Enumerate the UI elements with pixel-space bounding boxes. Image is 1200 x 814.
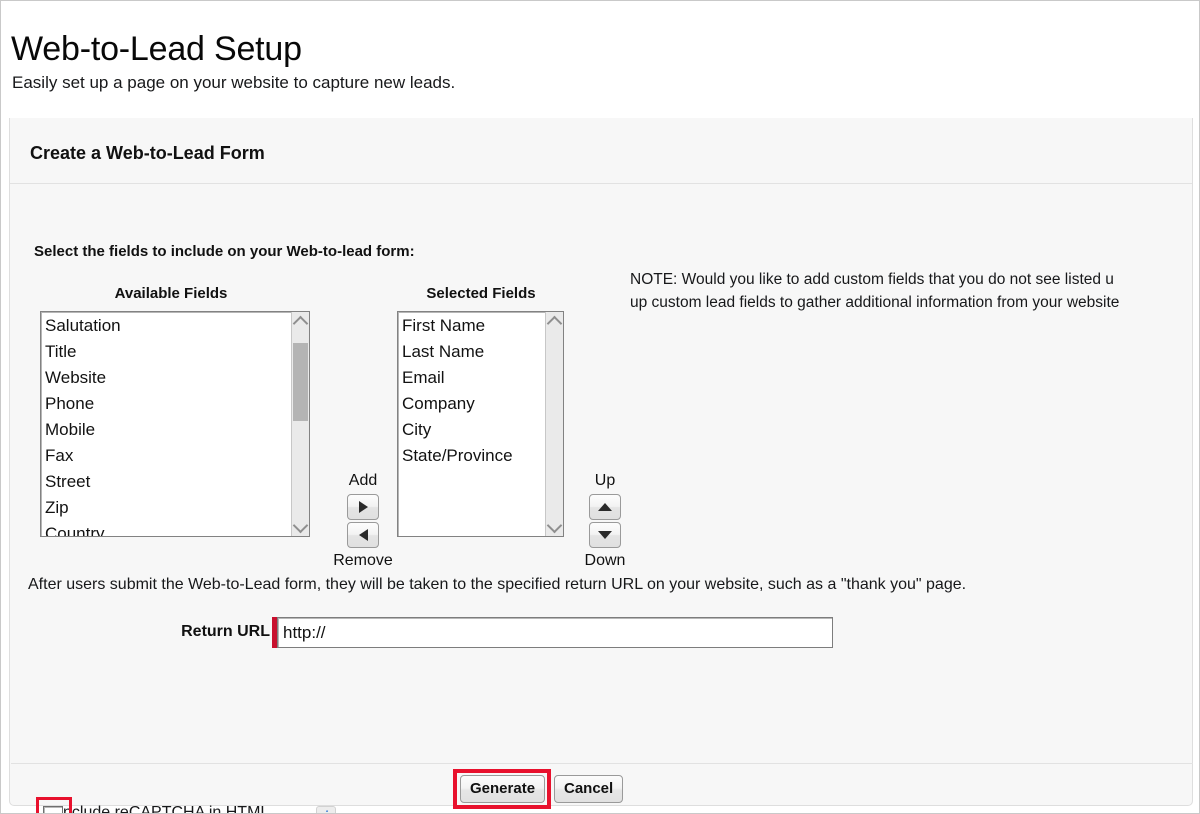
- selected-field-item[interactable]: Company: [401, 391, 544, 417]
- info-icon[interactable]: i: [316, 806, 336, 814]
- custom-fields-note: NOTE: Would you like to add custom field…: [630, 268, 1200, 314]
- arrow-down-icon: [598, 531, 612, 539]
- footer-divider: [11, 763, 1193, 764]
- available-field-item[interactable]: Fax: [44, 443, 290, 469]
- remove-button-label: Remove: [326, 550, 400, 572]
- available-fields-listbox[interactable]: SalutationTitleWebsitePhoneMobileFaxStre…: [40, 311, 310, 537]
- cancel-button[interactable]: Cancel: [554, 775, 623, 803]
- available-field-item[interactable]: Zip: [44, 495, 290, 521]
- panel-header: Create a Web-to-Lead Form: [10, 127, 1192, 184]
- selected-field-item[interactable]: Email: [401, 365, 544, 391]
- scroll-down-arrow-icon[interactable]: [546, 518, 563, 535]
- scroll-up-arrow-icon[interactable]: [546, 313, 563, 330]
- scroll-up-arrow-icon[interactable]: [292, 313, 309, 330]
- add-button-label: Add: [326, 470, 400, 492]
- up-button-label: Up: [576, 470, 634, 492]
- note-line-2: up custom lead fields to gather addition…: [630, 294, 1119, 311]
- up-down-button-column: Up Down: [576, 470, 634, 572]
- available-field-item[interactable]: Mobile: [44, 417, 290, 443]
- selected-fields-list[interactable]: First NameLast NameEmailCompanyCityState…: [401, 313, 544, 469]
- selected-fields-scrollbar[interactable]: [545, 312, 563, 536]
- selected-field-item[interactable]: First Name: [401, 313, 544, 339]
- selected-fields-listbox[interactable]: First NameLast NameEmailCompanyCityState…: [397, 311, 564, 537]
- available-field-item[interactable]: Phone: [44, 391, 290, 417]
- web-to-lead-setup-page: Web-to-Lead Setup Easily set up a page o…: [0, 0, 1200, 814]
- selected-field-item[interactable]: City: [401, 417, 544, 443]
- arrow-right-icon: [359, 501, 368, 513]
- available-fields-list[interactable]: SalutationTitleWebsitePhoneMobileFaxStre…: [44, 313, 290, 537]
- section-label: Select the fields to include on your Web…: [34, 243, 415, 260]
- remove-field-button[interactable]: [347, 522, 379, 548]
- down-button-label: Down: [576, 550, 634, 572]
- available-field-item[interactable]: Salutation: [44, 313, 290, 339]
- available-fields-scrollbar[interactable]: [291, 312, 309, 536]
- return-url-description: After users submit the Web-to-Lead form,…: [28, 576, 966, 594]
- scrollbar-thumb[interactable]: [293, 343, 308, 421]
- note-line-1: NOTE: Would you like to add custom field…: [630, 271, 1114, 288]
- available-field-item[interactable]: Country: [44, 521, 290, 537]
- include-recaptcha-label: nclude reCAPTCHA in HTML: [63, 804, 269, 814]
- create-web-to-lead-form-panel: Create a Web-to-Lead Form Select the fie…: [9, 118, 1193, 806]
- arrow-up-icon: [598, 503, 612, 511]
- page-title: Web-to-Lead Setup: [11, 30, 302, 69]
- available-fields-heading: Available Fields: [40, 285, 302, 302]
- arrow-left-icon: [359, 529, 368, 541]
- move-down-button[interactable]: [589, 522, 621, 548]
- page-subtitle: Easily set up a page on your website to …: [12, 73, 455, 93]
- selected-field-item[interactable]: Last Name: [401, 339, 544, 365]
- available-field-item[interactable]: Title: [44, 339, 290, 365]
- scroll-down-arrow-icon[interactable]: [292, 518, 309, 535]
- selected-fields-heading: Selected Fields: [388, 285, 574, 302]
- selected-field-item[interactable]: State/Province: [401, 443, 544, 469]
- move-up-button[interactable]: [589, 494, 621, 520]
- available-field-item[interactable]: Street: [44, 469, 290, 495]
- panel-header-title: Create a Web-to-Lead Form: [30, 143, 265, 164]
- generate-button[interactable]: Generate: [460, 775, 545, 803]
- include-recaptcha-checkbox[interactable]: [43, 806, 63, 814]
- add-field-button[interactable]: [347, 494, 379, 520]
- available-field-item[interactable]: Website: [44, 365, 290, 391]
- return-url-input[interactable]: [277, 617, 833, 648]
- add-remove-button-column: Add Remove: [326, 470, 400, 572]
- return-url-label: Return URL: [70, 623, 270, 641]
